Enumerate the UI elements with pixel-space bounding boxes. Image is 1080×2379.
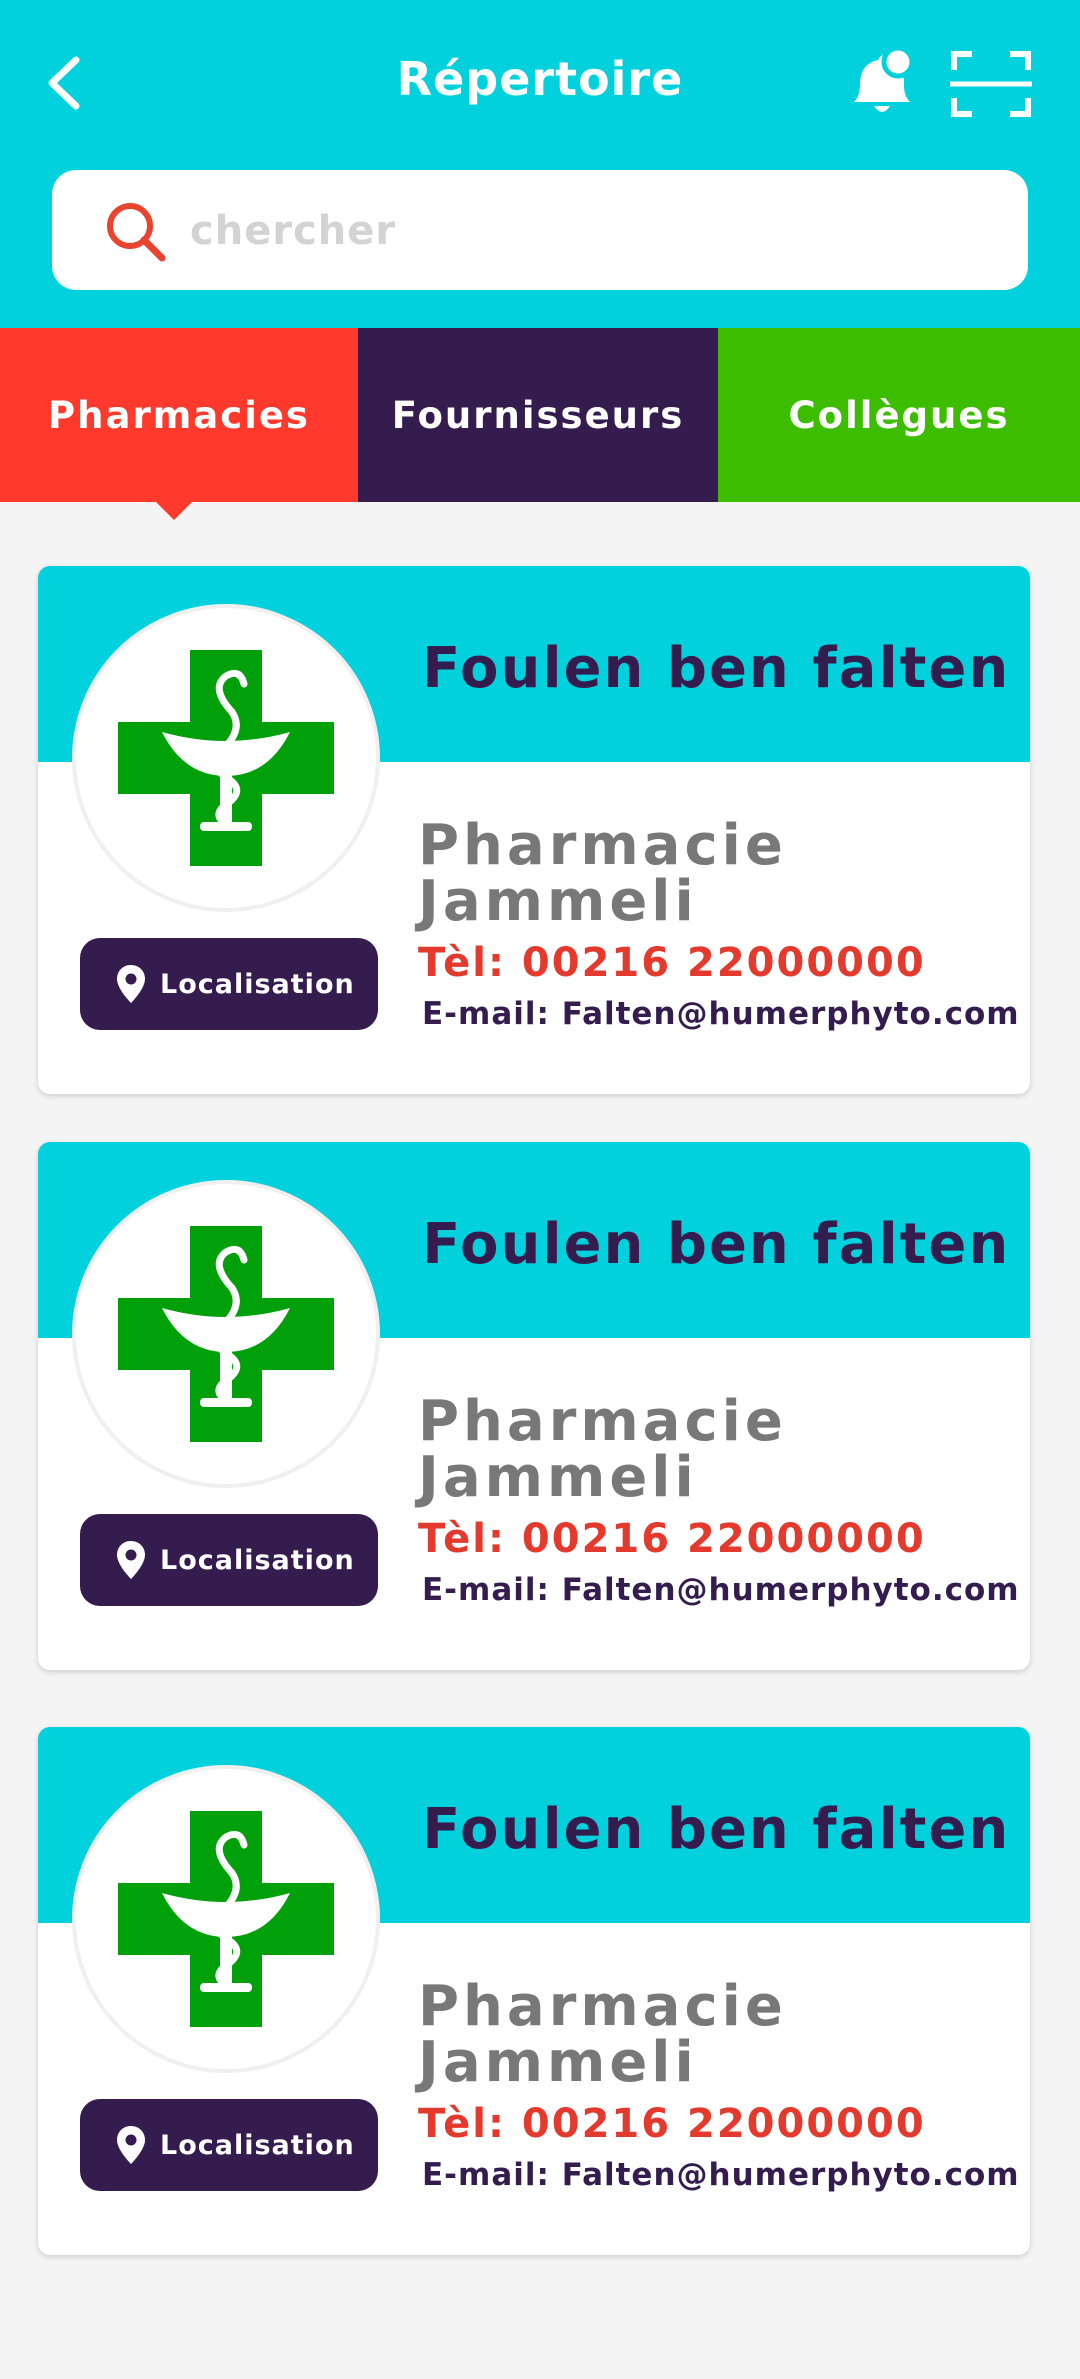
search-bar [52,170,1028,290]
localisation-label: Localisation [160,2129,355,2161]
app-header: Répertoire [0,0,1080,328]
tab-pharmacies[interactable]: Pharmacies [0,328,358,502]
localisation-label: Localisation [160,968,355,1000]
tab-collegues[interactable]: Collègues [718,328,1080,502]
pharmacy-name: Pharmacie Jammeli [418,1389,787,1510]
email-address[interactable]: E-mail: Falten@humerphyto.com [422,2157,1020,2193]
pharmacy-logo [72,1180,380,1488]
pharmacy-cross-icon [118,650,334,866]
pharmacy-logo [72,1765,380,2073]
pharmacy-cross-icon [118,1811,334,2027]
pharmacy-logo [72,604,380,912]
category-tabs: Pharmacies Fournisseurs Collègues [0,328,1080,502]
bell-icon [854,45,915,112]
phone-number[interactable]: Tèl: 00216 22000000 [418,940,926,986]
map-pin-icon [117,2126,145,2164]
pharmacy-name: Pharmacie Jammeli [418,813,787,934]
search-icon [107,203,166,262]
search-input[interactable] [188,196,992,266]
contact-name: Foulen ben falten [422,1797,1011,1862]
contact-card[interactable]: Foulen ben falten Pharmacie Jammeli Tèl:… [38,566,1030,1094]
localisation-button[interactable]: Localisation [80,1514,378,1606]
tab-fournisseurs[interactable]: Fournisseurs [358,328,718,502]
map-pin-icon [117,1541,145,1579]
localisation-button[interactable]: Localisation [80,938,378,1030]
pharmacy-name: Pharmacie Jammeli [418,1974,787,2095]
scan-icon [950,51,1032,117]
active-tab-indicator [156,502,192,520]
phone-number[interactable]: Tèl: 00216 22000000 [418,2101,926,2147]
contact-card[interactable]: Foulen ben falten Pharmacie Jammeli Tèl:… [38,1142,1030,1670]
scan-button[interactable] [950,50,1032,118]
notification-button[interactable] [844,45,920,122]
contact-name: Foulen ben falten [422,1212,1011,1277]
localisation-button[interactable]: Localisation [80,2099,378,2191]
localisation-label: Localisation [160,1544,355,1576]
email-address[interactable]: E-mail: Falten@humerphyto.com [422,996,1020,1032]
map-pin-icon [117,965,145,1003]
contact-card[interactable]: Foulen ben falten Pharmacie Jammeli Tèl:… [38,1727,1030,2255]
email-address[interactable]: E-mail: Falten@humerphyto.com [422,1572,1020,1608]
phone-number[interactable]: Tèl: 00216 22000000 [418,1516,926,1562]
contact-name: Foulen ben falten [422,636,1011,701]
pharmacy-cross-icon [118,1226,334,1442]
